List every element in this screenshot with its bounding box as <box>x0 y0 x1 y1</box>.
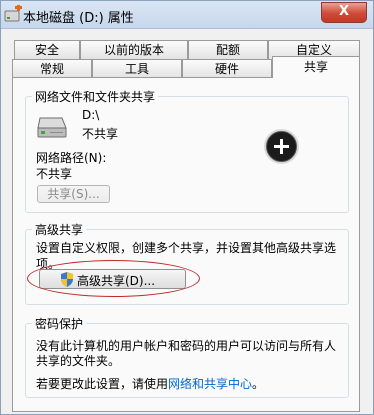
window-title: 本地磁盘 (D:) 属性 <box>23 11 134 26</box>
change-setting-suffix: 。 <box>252 377 265 391</box>
tab-tools[interactable]: 工具 <box>92 59 182 78</box>
title-bar: 本地磁盘 (D:) 属性 X <box>1 1 373 29</box>
network-path-label: 网络路径(N): <box>36 151 107 165</box>
hard-drive-icon <box>37 117 67 138</box>
advanced-sharing-title: 高级共享 <box>32 221 87 238</box>
password-protection-description-line2: 共享的文件夹。 <box>36 354 121 368</box>
change-setting-prefix: 若要更改此设置，请使用 <box>36 377 169 391</box>
network-path-value: 不共享 <box>36 167 73 181</box>
password-protection-title: 密码保护 <box>32 315 87 332</box>
drive-properties-icon <box>4 5 22 22</box>
network-sharing-title: 网络文件和文件夹共享 <box>32 88 159 105</box>
tab-security[interactable]: 安全 <box>14 40 80 59</box>
tab-general[interactable]: 常规 <box>12 59 92 78</box>
network-sharing-group: 网络文件和文件夹共享 D:\ 不共享 网络路径(N): 不共享 共享(S)... <box>25 88 349 213</box>
tab-sharing[interactable]: 共享 <box>272 56 360 78</box>
change-setting-sentence: 若要更改此设置，请使用网络和共享中心。 <box>36 375 264 392</box>
drive-label: D:\ <box>82 108 100 122</box>
highlight-oval <box>27 260 200 297</box>
tab-previous-versions[interactable]: 以前的版本 <box>80 40 188 59</box>
add-circle-icon[interactable] <box>266 131 297 162</box>
tab-quota[interactable]: 配额 <box>188 40 268 59</box>
advanced-sharing-description-line1: 设置自定义权限，创建多个共享，并设置其他高级共享选 <box>36 241 337 255</box>
sharing-tab-panel: 网络文件和文件夹共享 D:\ 不共享 网络路径(N): 不共享 共享(S)...… <box>12 77 360 412</box>
close-button[interactable]: X <box>321 2 367 23</box>
properties-window: 本地磁盘 (D:) 属性 X 安全 以前的版本 配额 自定义 常规 工具 硬件 … <box>0 0 374 415</box>
tab-hardware[interactable]: 硬件 <box>182 59 272 78</box>
password-protection-group: 密码保护 没有此计算机的用户帐户和密码的用户可以访问与所有人 共享的文件夹。 若… <box>25 315 349 398</box>
drive-share-status: 不共享 <box>82 127 119 141</box>
network-sharing-center-link[interactable]: 网络和共享中心 <box>168 377 252 391</box>
share-button[interactable]: 共享(S)... <box>37 185 110 203</box>
